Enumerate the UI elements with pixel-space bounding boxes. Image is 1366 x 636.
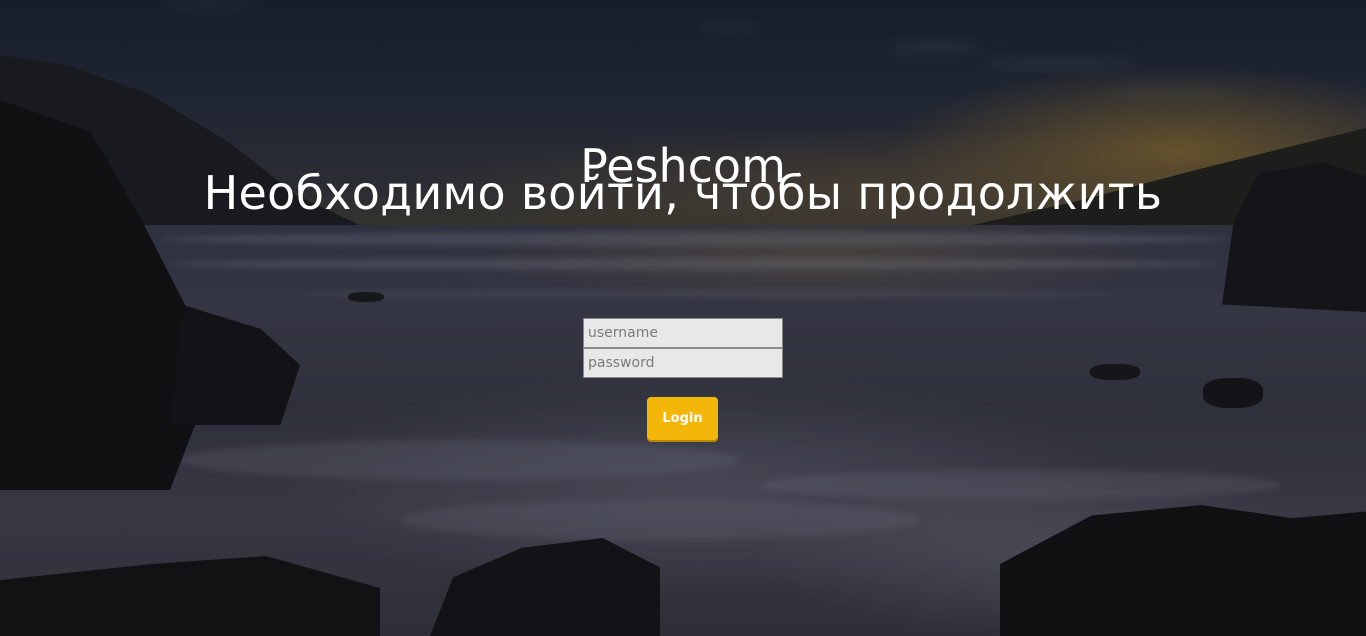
- login-prompt: Необходимо войти, чтобы продолжить: [203, 166, 1163, 220]
- login-page: Peshcom Необходимо войти, чтобы продолжи…: [0, 0, 1366, 636]
- password-field[interactable]: [583, 348, 783, 378]
- username-field[interactable]: [583, 318, 783, 348]
- login-form: [583, 318, 783, 378]
- login-button[interactable]: Login: [647, 397, 718, 440]
